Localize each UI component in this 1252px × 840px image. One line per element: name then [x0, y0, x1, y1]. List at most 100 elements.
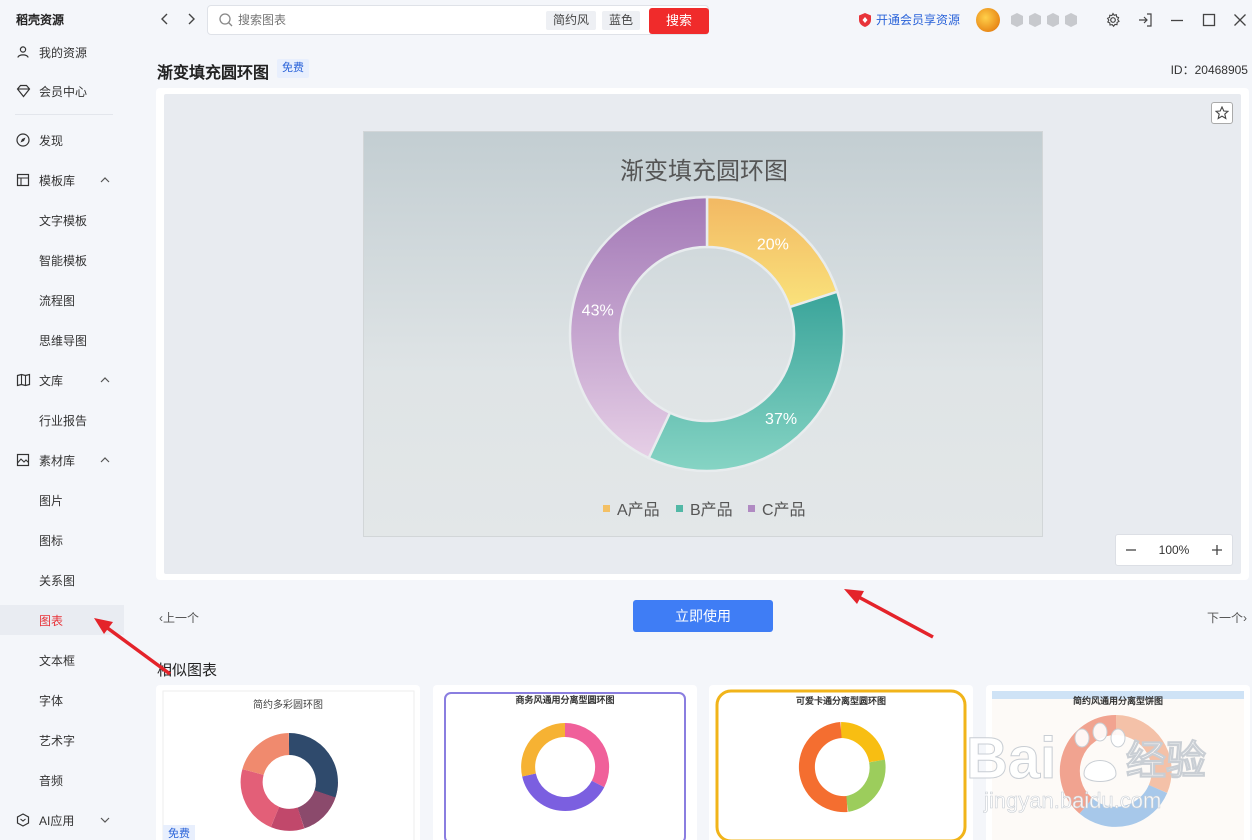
sidebar-item-label: 音频 — [39, 773, 64, 788]
ai-icon — [15, 812, 31, 828]
sidebar-item-relation-diagram[interactable]: 关系图 — [0, 565, 124, 595]
diamond-icon — [15, 83, 31, 99]
chevron-up-icon[interactable] — [98, 173, 112, 187]
donut-data-label: 37% — [765, 411, 797, 428]
watermark-text: 经验 — [1126, 739, 1206, 783]
avatar[interactable] — [976, 8, 1000, 32]
donut-data-label: 20% — [757, 236, 789, 253]
chevron-up-icon[interactable] — [98, 373, 112, 387]
zoom-out-icon[interactable] — [1124, 543, 1138, 557]
filter-chip-style[interactable]: 简约风 — [546, 11, 597, 30]
minimize-icon[interactable] — [1169, 12, 1185, 28]
preview-card: 渐变填充圆环图 20% 37% 43% A产品 B产品 C产品 100% — [156, 88, 1249, 580]
sidebar-item-smart-template[interactable]: 智能模板 — [0, 245, 124, 275]
sidebar-item-flowchart[interactable]: 流程图 — [0, 285, 124, 315]
next-link[interactable]: 下一个› — [1207, 609, 1247, 626]
sidebar-item-ai-apps[interactable]: AI应用 — [0, 805, 124, 835]
prev-label: 上一个 — [163, 611, 200, 625]
back-arrow-icon[interactable] — [157, 11, 173, 27]
search-button[interactable]: 搜索 — [649, 8, 709, 34]
template-icon — [15, 172, 31, 188]
page-title: 渐变填充圆环图 — [157, 65, 270, 82]
similar-chart-card[interactable]: 可爱卡通分离型圆环图 — [709, 685, 973, 840]
favorite-button[interactable] — [1211, 102, 1233, 124]
zoom-in-icon[interactable] — [1210, 543, 1224, 557]
level-badge-icon — [1011, 13, 1023, 27]
similar-chart-card[interactable]: 商务风通用分离型圆环图 — [433, 685, 697, 840]
search-icon — [219, 13, 233, 27]
prev-link[interactable]: ‹上一个 — [159, 609, 199, 626]
brand-title: 稻壳资源 — [16, 13, 65, 27]
chevron-up-icon[interactable] — [98, 453, 112, 467]
free-tag: 免费 — [277, 59, 309, 78]
image-icon — [15, 452, 31, 468]
chevron-right-icon: › — [1243, 611, 1247, 625]
next-label: 下一个 — [1206, 611, 1243, 625]
legend-label: B产品 — [690, 501, 733, 519]
maximize-icon[interactable] — [1201, 12, 1217, 28]
sidebar-item-label: 图片 — [39, 493, 64, 508]
legend-label: A产品 — [617, 501, 660, 519]
sidebar-item-mindmap[interactable]: 思维导图 — [0, 325, 124, 355]
forward-arrow-icon[interactable] — [183, 11, 199, 27]
sidebar-item-icons[interactable]: 图标 — [0, 525, 124, 555]
sidebar-item-label: 艺术字 — [39, 733, 76, 748]
vip-link[interactable]: 开通会员享资源 — [858, 11, 960, 28]
sidebar-item-fonts[interactable]: 字体 — [0, 685, 124, 715]
exit-icon[interactable] — [1137, 12, 1153, 28]
watermark-url: jingyan.baidu.com — [983, 788, 1161, 813]
sidebar-item-label: 我的资源 — [39, 45, 88, 60]
similar-chart-card[interactable]: 简约多彩圆环图 免费 — [156, 685, 420, 840]
sidebar-item-label: 智能模板 — [39, 253, 88, 268]
book-icon — [15, 372, 31, 388]
search-input[interactable] — [238, 11, 538, 29]
level-badge-icon — [1065, 13, 1077, 27]
sidebar-item-material-library[interactable]: 素材库 — [0, 445, 124, 475]
sidebar-item-audio[interactable]: 音频 — [0, 765, 124, 795]
free-tag: 免费 — [163, 825, 195, 840]
filter-chip-color[interactable]: 蓝色 — [602, 11, 641, 30]
legend-swatch — [676, 505, 683, 512]
sidebar-item-discover[interactable]: 发现 — [0, 125, 124, 155]
sidebar-item-label: 关系图 — [39, 573, 76, 588]
sidebar-item-textbox[interactable]: 文本框 — [0, 645, 124, 675]
sidebar-item-label: 图标 — [39, 533, 64, 548]
thumb-preview: 商务风通用分离型圆环图 — [444, 692, 686, 840]
sidebar-item-vip[interactable]: 会员中心 — [0, 76, 124, 106]
close-icon[interactable] — [1232, 12, 1248, 28]
sidebar-item-text-template[interactable]: 文字模板 — [0, 205, 124, 235]
sidebar-item-my-resources[interactable]: 我的资源 — [0, 37, 124, 67]
sidebar-item-label: 文字模板 — [39, 213, 88, 228]
sidebar-item-label: 思维导图 — [39, 333, 88, 348]
compass-icon — [15, 132, 31, 148]
sidebar-item-charts[interactable]: 图表 — [0, 605, 124, 635]
sidebar-item-label: 行业报告 — [39, 413, 88, 428]
resource-id: ID：20468905 — [1170, 63, 1248, 77]
similar-charts-title: 相似图表 — [157, 662, 218, 679]
sidebar: 稻壳资源 我的资源 会员中心 发现 模板库 文字模板 智能模板 流程图 思维导图… — [0, 0, 124, 840]
chart-title: 渐变填充圆环图 — [620, 158, 788, 185]
sidebar-item-label: 文库 — [39, 373, 64, 388]
vip-shield-icon — [859, 12, 871, 27]
legend-label: C产品 — [762, 501, 806, 519]
vip-link-label: 开通会员享资源 — [876, 13, 961, 27]
chart-preview: 渐变填充圆环图 20% 37% 43% A产品 B产品 C产品 — [363, 131, 1043, 537]
paw-logo — [1074, 722, 1126, 782]
level-badge-icon — [1047, 13, 1059, 27]
sidebar-item-pictures[interactable]: 图片 — [0, 485, 124, 515]
annotation-arrow — [844, 589, 934, 639]
settings-gear-icon[interactable] — [1105, 12, 1121, 28]
top-bar: 简约风 蓝色 搜索 开通会员享资源 — [124, 0, 1252, 42]
sidebar-item-template-library[interactable]: 模板库 — [0, 165, 124, 195]
chevron-down-icon[interactable] — [98, 813, 112, 827]
watermark-text: Bai — [966, 726, 1056, 791]
sidebar-item-label: 模板库 — [39, 173, 76, 188]
sidebar-item-wordart[interactable]: 艺术字 — [0, 725, 124, 755]
sidebar-item-library[interactable]: 文库 — [0, 365, 124, 395]
use-now-button[interactable]: 立即使用 — [633, 600, 773, 632]
sidebar-item-industry-report[interactable]: 行业报告 — [0, 405, 124, 435]
sidebar-item-label: 素材库 — [39, 453, 76, 468]
sidebar-item-label: 流程图 — [39, 293, 76, 308]
zoom-control: 100% — [1115, 534, 1233, 566]
search-box: 简约风 蓝色 搜索 — [207, 5, 709, 35]
